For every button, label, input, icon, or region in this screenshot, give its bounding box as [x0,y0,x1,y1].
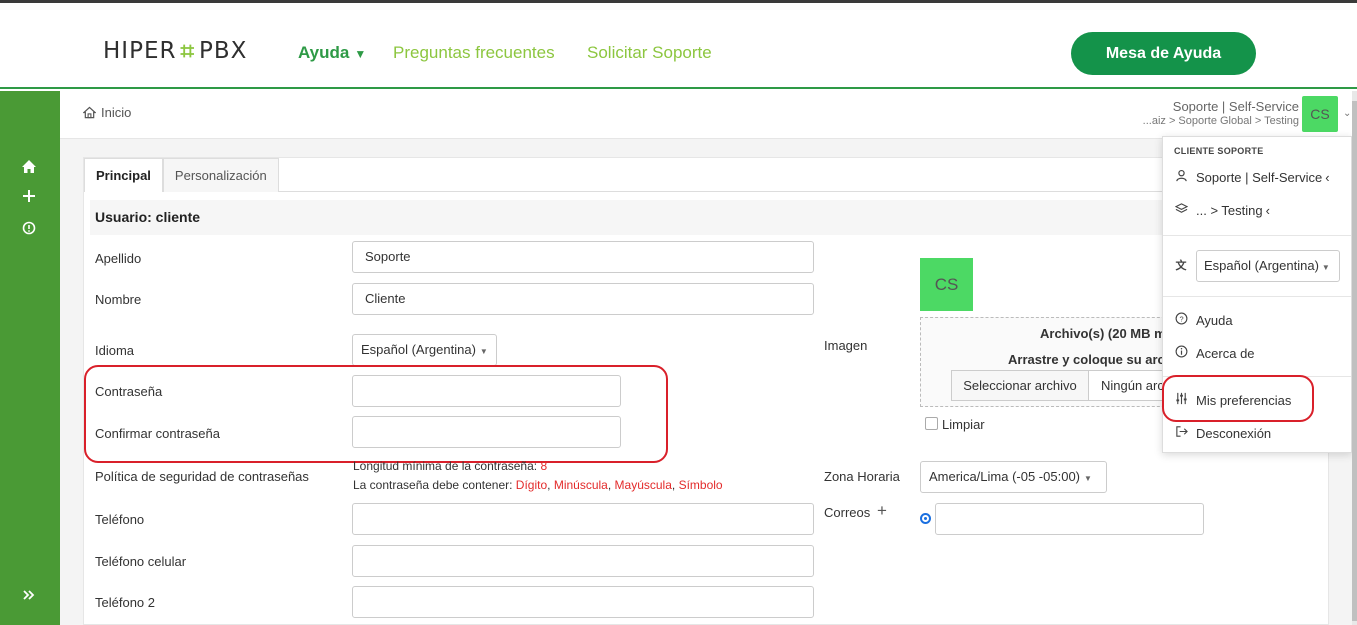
menu-desconexion-label: Desconexión [1196,425,1272,441]
user-path: ...aiz > Soporte Global > Testing [1142,115,1299,127]
policy-digito: Dígito [515,478,548,492]
correo-primary-radio[interactable] [920,513,931,524]
policy-contains: La contraseña debe contener: Dígito, Min… [353,478,723,492]
language-value: Español (Argentina) [1204,258,1319,273]
plus-icon[interactable] [20,189,38,207]
chevron-left-icon: ‹ [1265,202,1270,218]
scrollbar-thumb[interactable] [1352,101,1357,621]
menu-item-user[interactable]: Soporte | Self-Service ‹ [1173,169,1330,185]
caret-down-icon: ▼ [1321,263,1330,272]
menu-item-ayuda[interactable]: ? Ayuda [1173,312,1233,328]
caret-down-icon: ▼ [479,347,488,356]
policy-contain-text: La contraseña debe contener: [353,478,513,492]
logo-text-left: HIPER [103,38,177,64]
divider [1163,235,1351,236]
top-navigation: HIPER ⌗ PBX Ayuda ▼ Preguntas frecuentes … [0,3,1357,89]
translate-icon: 文 [1175,260,1187,272]
idioma-select[interactable]: Español (Argentina) ▼ [352,334,497,366]
tab-personalizacion[interactable]: Personalización [162,158,279,192]
logout-icon [1173,425,1189,441]
info-icon [1173,345,1189,361]
politica-label: Política de seguridad de contraseñas [95,469,309,484]
tab-bar: Principal Personalización [84,158,1330,192]
layers-icon [1173,202,1189,218]
policy-min-length: Longitud mínima de la contraseña: 8 [353,459,547,473]
menu-item-org[interactable]: ... > Testing ‹ [1173,202,1270,218]
scrollbar[interactable] [1352,91,1357,625]
left-sidebar [0,91,60,625]
breadcrumb[interactable]: Inicio [83,105,131,120]
logo-text-right: PBX [198,38,248,64]
zona-horaria-select[interactable]: America/Lima (-05 -05:00) ▼ [920,461,1107,493]
policy-min-text: Longitud mínima de la contraseña: [353,459,538,473]
nombre-label: Nombre [95,292,142,307]
menu-ayuda-label: Ayuda [1196,312,1233,328]
dropzone-drag-text: Arrastre y coloque su arch [1008,352,1173,367]
divider [1163,296,1351,297]
language-select[interactable]: Español (Argentina) ▼ [1196,250,1340,282]
user-name: Soporte | Self-Service [1172,99,1299,114]
home-icon[interactable] [20,159,38,177]
chevron-down-icon[interactable]: ⌄ [1343,108,1351,119]
correos-label: Correos [824,505,871,520]
nav-ayuda[interactable]: Ayuda ▼ [298,43,366,63]
nombre-input[interactable]: Cliente [352,283,814,315]
profile-image: CS [920,258,973,311]
info-icon[interactable] [20,221,38,239]
telefono-celular-label: Teléfono celular [95,554,187,569]
telefono-2-input[interactable] [352,586,814,618]
menu-user-label: Soporte | Self-Service [1196,169,1323,185]
user-info[interactable]: Soporte | Self-Service ...aiz > Soporte … [1143,99,1299,127]
menu-item-acerca[interactable]: Acerca de [1173,345,1255,361]
telefono-input[interactable] [352,503,814,535]
chevron-left-icon: ‹ [1325,169,1330,185]
telefono-label: Teléfono [95,512,145,527]
logo-mark-icon: ⌗ [180,37,195,65]
help-icon: ? [1173,312,1189,328]
caret-down-icon: ▼ [1084,474,1092,483]
menu-item-desconexion[interactable]: Desconexión [1173,425,1271,441]
expand-icon[interactable] [20,588,38,606]
hiperpbx-logo[interactable]: HIPER ⌗ PBX [103,37,247,65]
user-icon [1173,169,1189,185]
menu-acerca-label: Acerca de [1196,345,1255,361]
tab-principal[interactable]: Principal [84,158,163,192]
policy-min-value: 8 [540,459,548,473]
correo-input[interactable] [935,503,1204,535]
telefono-2-label: Teléfono 2 [95,595,155,610]
idioma-value: Español (Argentina) [361,342,476,357]
menu-org-label: ... > Testing [1196,202,1263,218]
nav-ayuda-label: Ayuda [298,43,350,62]
file-dropzone[interactable]: Archivo(s) (20 MB m Arrastre y coloque s… [920,317,1180,407]
policy-simbolo: Símbolo [678,478,723,492]
avatar[interactable]: CS [1302,96,1338,132]
menu-heading: CLIENTE SOPORTE [1174,146,1264,156]
limpiar-label[interactable]: Limpiar [942,417,985,432]
select-file-button[interactable]: Seleccionar archivo [951,370,1089,401]
apellido-input[interactable]: Soporte [352,241,814,273]
breadcrumb-inicio[interactable]: Inicio [101,105,131,120]
caret-down-icon: ▼ [354,47,367,61]
home-outline-icon [83,106,96,119]
nav-solicitar-soporte[interactable]: Solicitar Soporte [587,43,712,63]
imagen-label: Imagen [824,338,868,353]
telefono-celular-input[interactable] [352,545,814,577]
zona-horaria-value: America/Lima (-05 -05:00) [929,469,1080,484]
mesa-de-ayuda-button[interactable]: Mesa de Ayuda [1071,32,1256,75]
limpiar-checkbox[interactable] [925,417,938,430]
header-bar: Inicio Soporte | Self-Service ...aiz > S… [60,91,1357,139]
policy-minuscula: Minúscula [553,478,608,492]
apellido-label: Apellido [95,251,142,266]
idioma-label: Idioma [95,343,135,358]
nav-preguntas-frecuentes[interactable]: Preguntas frecuentes [393,43,555,63]
dropzone-size-text: Archivo(s) (20 MB m [1040,326,1166,341]
policy-mayuscula: Mayúscula [614,478,672,492]
preferencias-highlight [1162,375,1314,422]
svg-text:?: ? [1179,314,1183,323]
add-correo-icon[interactable]: + [877,501,887,521]
section-title: Usuario: cliente [90,200,1324,235]
password-highlight [84,365,668,463]
zona-horaria-label: Zona Horaria [824,469,900,484]
